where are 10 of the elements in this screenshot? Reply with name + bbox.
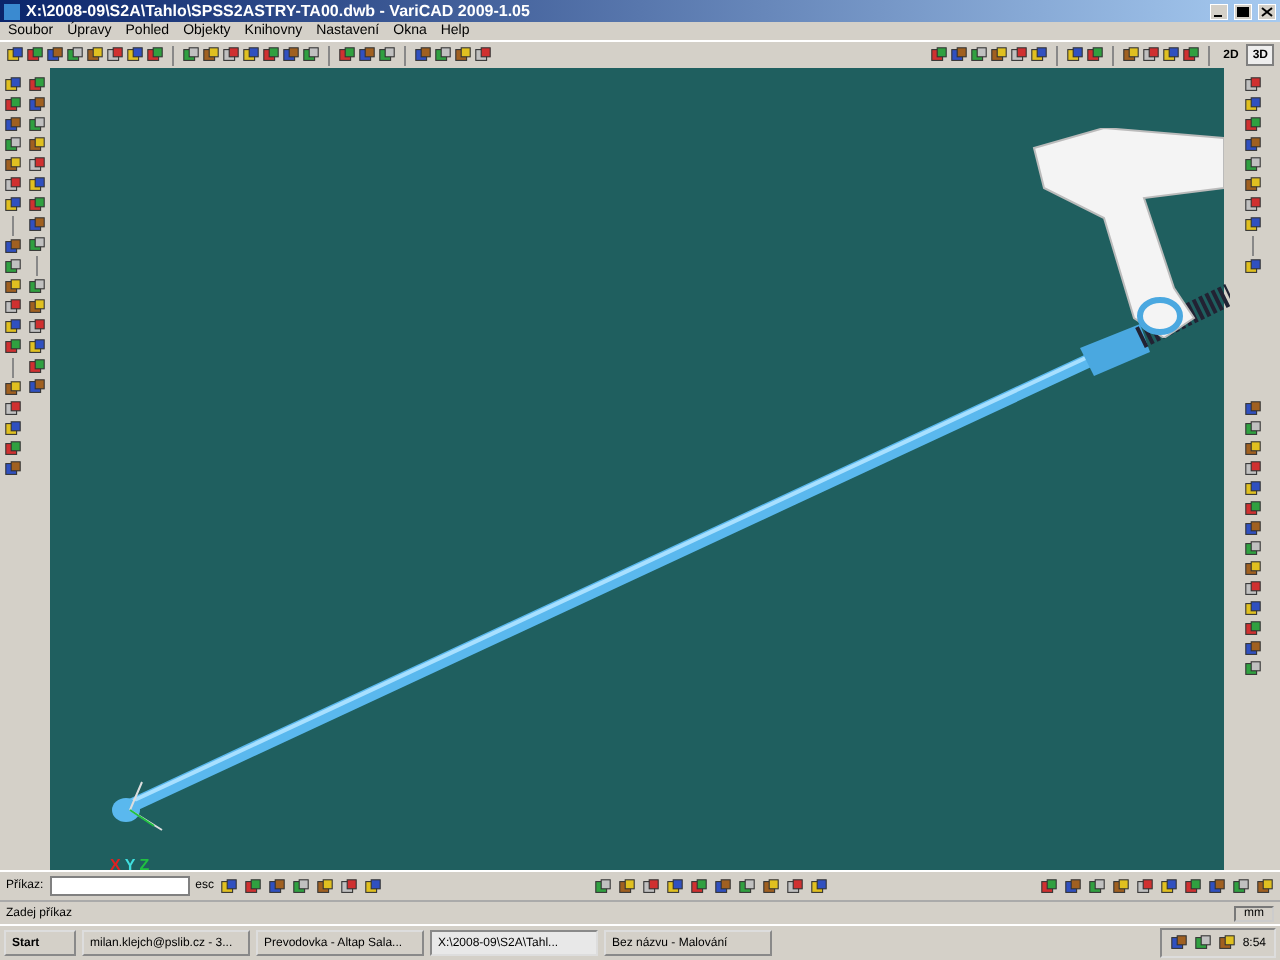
maximize-button[interactable] — [1234, 3, 1252, 19]
axis-label: X — [110, 856, 121, 874]
close-button[interactable] — [1258, 3, 1276, 19]
tool-icon[interactable] — [1243, 258, 1261, 276]
app-icon — [4, 3, 20, 19]
axis-label: Z — [139, 856, 150, 874]
command-field[interactable] — [49, 876, 190, 896]
axis-label: Y — [124, 856, 136, 874]
window-title: X:\2008-09\S2A\Tahlo\SPSS2ASTRY-TA00.dwb - VariCAD 2009-1.05 — [26, 2, 530, 20]
minimize-button[interactable] — [1210, 3, 1228, 19]
